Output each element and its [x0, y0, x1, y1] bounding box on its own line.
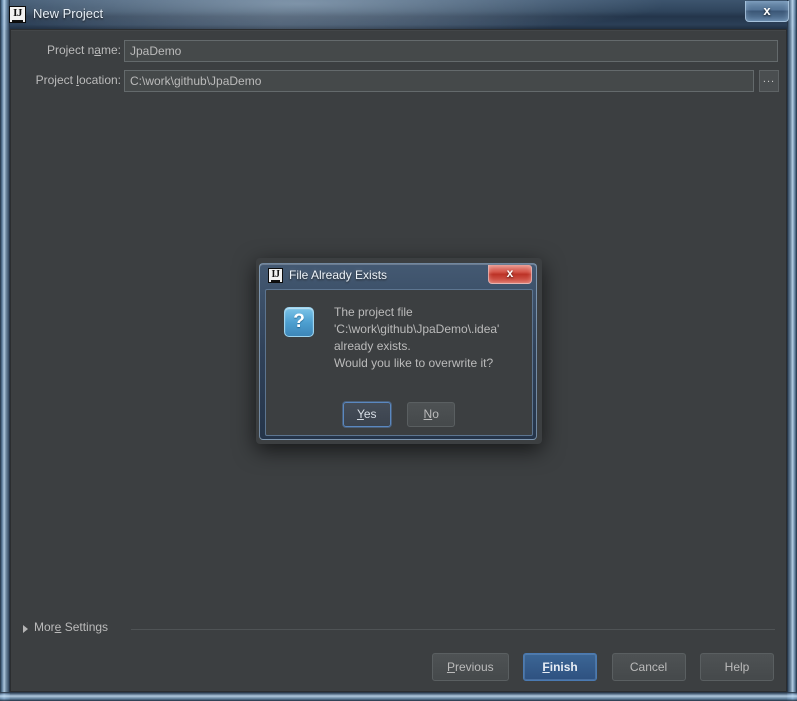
intellij-ij-icon: IJ	[9, 6, 26, 23]
window-titlebar: IJ New Project x	[0, 0, 797, 30]
window-frame-right-edge	[787, 0, 797, 701]
project-name-input[interactable]: JpaDemo	[124, 40, 778, 62]
yes-button[interactable]: Yes	[342, 402, 391, 427]
project-name-label: Project name:	[46, 43, 121, 57]
modal-title: File Already Exists	[289, 268, 388, 282]
close-icon-glyph: x	[763, 3, 771, 18]
question-icon-glyph: ?	[293, 311, 305, 332]
project-location-input[interactable]: C:\work\github\JpaDemo	[124, 70, 754, 92]
project-location-label-box: Project location:	[21, 70, 121, 92]
file-already-exists-dialog: IJ File Already Exists x ? The project f…	[259, 263, 537, 440]
project-name-row: Project name: JpaDemo	[11, 40, 788, 62]
modal-button-row: Yes No	[266, 402, 532, 427]
new-project-window: IJ New Project x Project name: JpaDemo P…	[0, 0, 797, 701]
more-settings-section[interactable]: More Settings	[23, 620, 775, 638]
section-divider	[131, 629, 775, 630]
browse-folder-button[interactable]: ...	[759, 70, 779, 92]
finish-button[interactable]: Finish	[523, 653, 598, 681]
help-button[interactable]: Help	[700, 653, 774, 681]
modal-message-line: already exists.	[334, 339, 411, 353]
close-icon[interactable]: x	[488, 265, 532, 284]
question-icon: ?	[284, 307, 314, 337]
chevron-right-icon	[23, 625, 28, 633]
close-icon-glyph: x	[506, 266, 514, 280]
desktop-background: IJ New Project x Project name: JpaDemo P…	[0, 0, 797, 701]
close-icon[interactable]: x	[745, 1, 789, 22]
modal-titlebar: IJ File Already Exists x	[260, 264, 536, 289]
cancel-button[interactable]: Cancel	[611, 653, 686, 681]
modal-content-panel: ? The project file 'C:\work\github\JpaDe…	[265, 289, 533, 436]
modal-message: The project file 'C:\work\github\JpaDemo…	[334, 304, 524, 372]
window-frame-bottom-edge	[0, 692, 797, 701]
dialog-button-row: Previous Finish Cancel Help	[422, 653, 774, 681]
intellij-ij-icon: IJ	[268, 268, 283, 283]
project-location-row: Project location: C:\work\github\JpaDemo…	[11, 70, 788, 92]
previous-button[interactable]: Previous	[431, 653, 509, 681]
project-location-label: Project location:	[35, 73, 121, 87]
modal-message-line: Would you like to overwrite it?	[334, 356, 494, 370]
modal-message-line: The project file	[334, 305, 413, 319]
window-title: New Project	[33, 6, 104, 21]
project-name-label-box: Project name:	[21, 40, 121, 62]
window-frame-left-edge	[0, 0, 10, 701]
modal-message-line: 'C:\work\github\JpaDemo\.idea'	[334, 322, 500, 336]
no-button[interactable]: No	[407, 402, 456, 427]
more-settings-label: More Settings	[34, 620, 109, 634]
